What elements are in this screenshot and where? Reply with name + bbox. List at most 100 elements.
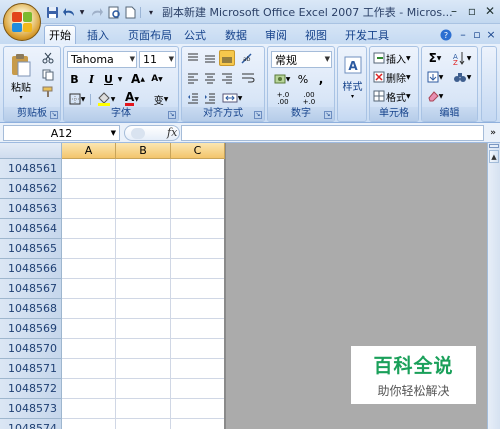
- tab-view[interactable]: 视图: [302, 25, 330, 44]
- insert-cells-button[interactable]: 插入 ▼: [372, 50, 417, 66]
- office-button[interactable]: [3, 3, 41, 41]
- decrease-decimal-button[interactable]: .00 +.0: [297, 91, 321, 107]
- clipboard-launcher-icon[interactable]: ↘: [50, 111, 58, 119]
- cut-button[interactable]: [39, 50, 57, 65]
- column-header-b[interactable]: B: [116, 143, 171, 159]
- vertical-scrollbar[interactable]: ▲: [487, 143, 500, 429]
- border-icon: [69, 93, 81, 105]
- font-size-select[interactable]: 11 ▼: [139, 51, 176, 68]
- font-color-button[interactable]: A ▼: [120, 91, 144, 107]
- clear-button[interactable]: ▼: [425, 88, 445, 104]
- borders-button[interactable]: ▼: [67, 91, 87, 107]
- shrink-font-button[interactable]: A ▼: [149, 71, 165, 87]
- decrease-indent-button[interactable]: [185, 90, 201, 106]
- row-header[interactable]: 1048568: [0, 299, 62, 319]
- redo-icon[interactable]: [87, 4, 105, 20]
- formula-input[interactable]: [181, 125, 484, 141]
- find-select-button[interactable]: ▼: [449, 69, 475, 85]
- align-middle-button[interactable]: [202, 50, 218, 66]
- column-header-c[interactable]: C: [171, 143, 225, 159]
- row-header[interactable]: 1048570: [0, 339, 62, 359]
- ribbon-restore-icon[interactable]: ▫: [470, 25, 484, 44]
- font-launcher-icon[interactable]: ↘: [168, 111, 176, 119]
- align-center-button[interactable]: [202, 70, 218, 86]
- print-preview-icon[interactable]: [106, 4, 122, 20]
- column-header-a[interactable]: A: [62, 143, 116, 159]
- copy-button[interactable]: [39, 67, 57, 82]
- row-header[interactable]: 1048569: [0, 319, 62, 339]
- delete-cells-button[interactable]: 删除 ▼: [372, 69, 417, 85]
- orientation-button[interactable]: ab: [237, 50, 259, 66]
- minimize-icon[interactable]: –: [445, 2, 463, 20]
- row-header[interactable]: 1048562: [0, 179, 62, 199]
- grow-font-button[interactable]: A ▲: [130, 71, 146, 87]
- ribbon-close-icon[interactable]: ×: [484, 25, 498, 44]
- increase-indent-button[interactable]: [202, 90, 218, 106]
- comma-button[interactable]: ,: [313, 71, 329, 87]
- align-right-button[interactable]: [219, 70, 235, 86]
- accounting-button[interactable]: ▼: [271, 71, 293, 87]
- maximize-icon[interactable]: ▫: [463, 2, 481, 20]
- undo-icon[interactable]: [60, 4, 78, 20]
- undo-dropdown-icon[interactable]: ▼: [78, 4, 86, 20]
- cell-grid[interactable]: [62, 159, 225, 429]
- new-doc-icon[interactable]: [123, 4, 137, 20]
- bold-button[interactable]: B: [67, 71, 82, 87]
- row-header[interactable]: 1048564: [0, 219, 62, 239]
- name-box-dropdown-icon[interactable]: ▼: [111, 129, 116, 137]
- wrap-text-button[interactable]: [237, 70, 259, 86]
- ribbon-minimize-icon[interactable]: –: [456, 25, 470, 44]
- scroll-up-icon[interactable]: ▲: [489, 150, 499, 163]
- percent-button[interactable]: %: [295, 71, 311, 87]
- increase-decimal-button[interactable]: +.0 .00: [271, 91, 295, 107]
- alignment-launcher-icon[interactable]: ↘: [254, 111, 262, 119]
- tab-developer[interactable]: 开发工具: [342, 25, 392, 44]
- align-top-button[interactable]: [185, 50, 201, 66]
- row-header[interactable]: 1048563: [0, 199, 62, 219]
- fill-button[interactable]: ▼: [425, 69, 445, 85]
- tab-page-layout[interactable]: 页面布局: [125, 25, 175, 44]
- number-launcher-icon[interactable]: ↘: [324, 111, 332, 119]
- name-box[interactable]: A12 ▼: [3, 125, 120, 141]
- underline-button[interactable]: U: [101, 71, 116, 87]
- autosum-button[interactable]: Σ ▼: [425, 50, 445, 66]
- tab-data[interactable]: 数据: [222, 25, 250, 44]
- tab-review[interactable]: 审阅: [262, 25, 290, 44]
- formula-expand-icon[interactable]: [131, 128, 145, 139]
- fill-color-button[interactable]: ▼: [94, 91, 118, 107]
- italic-button[interactable]: I: [84, 71, 99, 87]
- expand-formula-bar-icon[interactable]: »: [487, 125, 499, 141]
- help-icon[interactable]: ?: [438, 25, 454, 44]
- tab-formulas[interactable]: 公式: [181, 25, 209, 44]
- customize-qa-icon[interactable]: ▾: [145, 4, 157, 20]
- tab-home[interactable]: 开始: [44, 25, 76, 44]
- row-header[interactable]: 1048567: [0, 279, 62, 299]
- close-icon[interactable]: ✕: [481, 2, 499, 20]
- font-name-select[interactable]: Tahoma ▼: [67, 51, 137, 68]
- row-header[interactable]: 1048573: [0, 399, 62, 419]
- row-header[interactable]: 1048574: [0, 419, 62, 429]
- split-box-icon[interactable]: [489, 144, 499, 148]
- row-header[interactable]: 1048561: [0, 159, 62, 179]
- row-header[interactable]: 1048565: [0, 239, 62, 259]
- styles-button[interactable]: A 样式 ▾: [340, 49, 365, 105]
- align-left-button[interactable]: [185, 70, 201, 86]
- align-bottom-button[interactable]: [219, 50, 235, 66]
- tab-insert[interactable]: 插入: [84, 25, 112, 44]
- paste-button[interactable]: 粘贴 ▾: [7, 49, 35, 105]
- merge-center-button[interactable]: ▼: [219, 90, 245, 106]
- underline-dropdown-icon[interactable]: ▼: [116, 71, 124, 87]
- format-painter-button[interactable]: [39, 84, 57, 99]
- row-header[interactable]: 1048571: [0, 359, 62, 379]
- select-all-corner[interactable]: [0, 143, 62, 159]
- row-header[interactable]: 1048572: [0, 379, 62, 399]
- number-format-select[interactable]: 常规 ▼: [271, 51, 332, 68]
- row-header[interactable]: 1048566: [0, 259, 62, 279]
- format-cells-button[interactable]: 格式 ▼: [372, 88, 417, 104]
- save-icon[interactable]: [44, 4, 60, 20]
- sort-filter-button[interactable]: A Z ▼: [449, 50, 475, 66]
- fx-icon[interactable]: fx: [167, 126, 177, 139]
- phonetic-button[interactable]: 变 ▼: [147, 91, 175, 107]
- watermark-title: 百科全说: [373, 355, 454, 377]
- gridline: [62, 338, 224, 339]
